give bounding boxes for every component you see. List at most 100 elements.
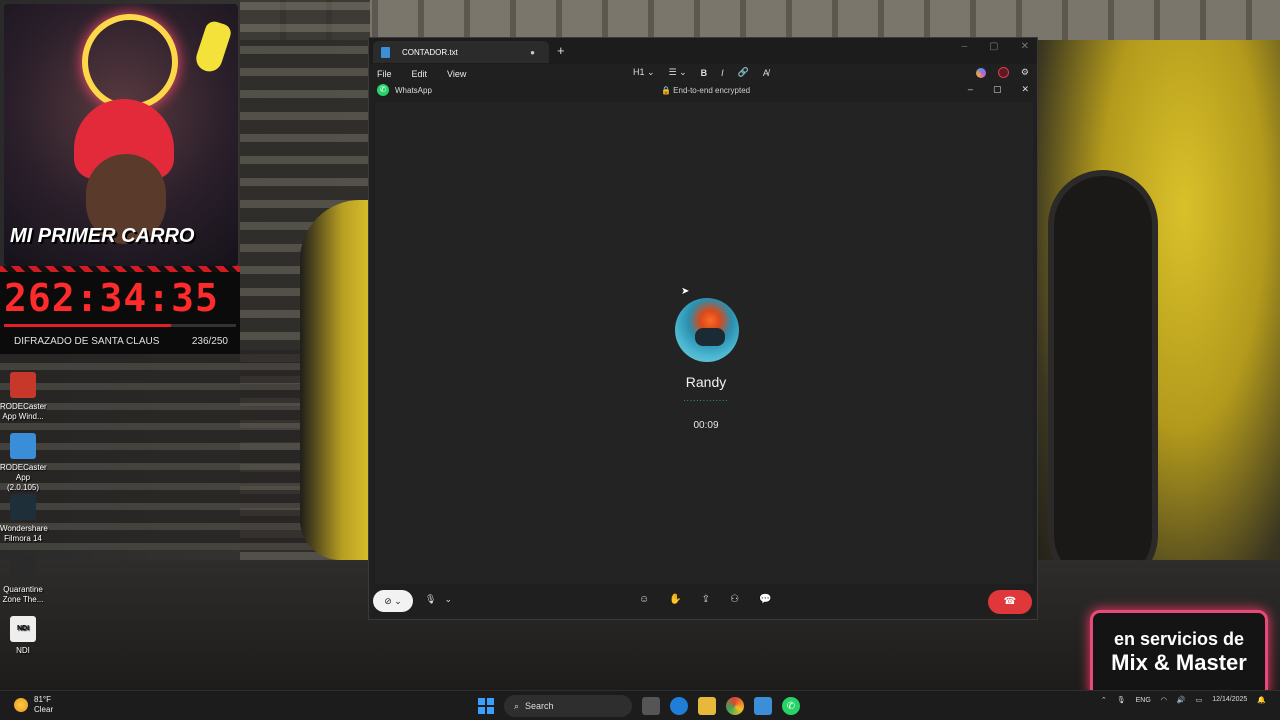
whatsapp-icon: ✆ [377,84,389,96]
wifi-icon[interactable]: ◠ [1161,696,1167,704]
menu-view[interactable]: View [447,69,466,79]
desktop-icon-label: RODECaster App (2.0.105) [0,463,47,492]
connection-status-dots: .............. [683,394,729,403]
clear-formatting-icon[interactable]: A̸ [763,68,769,78]
account-icon[interactable] [997,67,1009,78]
promo-line-2: Mix & Master [1111,650,1247,675]
bold-button[interactable]: B [701,68,708,78]
mic-toggle: 🎙 ⌄ [425,594,452,605]
share-screen-icon[interactable]: ⇪ [702,594,710,605]
notepad-menubar: File Edit View H1 ⌄ ☰ ⌄ B I 🔗 A̸ ⚙ [369,64,1037,84]
taskbar-search[interactable]: ⌕ Search [504,695,632,717]
camera-off-toggle[interactable]: ⊘ ⌄ [373,590,413,612]
mic-chevron-down-icon[interactable]: ⌄ [444,594,452,605]
call-controls: ⊘ ⌄ 🎙 ⌄ ☺ ✋ ⇪ ⚇ 💬 ☎ [373,584,1035,616]
battery-icon[interactable]: ▭ [1196,696,1203,704]
notepad-taskbar-icon[interactable] [754,697,772,715]
whatsapp-window-controls: – ▢ ✕ [968,84,1029,95]
weather-icon [14,698,28,712]
menu-file[interactable]: File [377,69,392,79]
neon-sign [82,14,178,110]
taskbar-clock[interactable]: 12/14/2025 [1212,695,1247,705]
promo-overlay: en servicios de Mix & Master [1090,610,1268,700]
notification-bell-icon[interactable]: 🔔 [1257,696,1266,704]
add-participant-icon[interactable]: ⚇ [730,594,739,605]
hazard-stripe [0,266,240,272]
file-explorer-icon[interactable] [698,697,716,715]
taskbar: 81°F Clear ⌕ Search ✆ ⌃ 🎙 ENG ◠ 🔊 ▭ 12/1… [0,690,1280,720]
heading-dropdown[interactable]: H1 ⌄ [633,67,655,78]
weather-widget[interactable]: 81°F Clear [14,695,53,715]
mouse-cursor-icon: ➤ [681,286,690,297]
goal-label: DIFRAZADO DE SANTA CLAUS [14,336,160,347]
wa-close-button[interactable]: ✕ [1021,84,1029,95]
search-icon: ⌕ [514,700,520,711]
desktop-icon-filmora[interactable]: Wondershare Filmora 14 [0,494,48,544]
minimize-button[interactable]: – [962,41,968,52]
close-button[interactable]: ✕ [1021,41,1029,52]
rodecaster-app-icon [10,433,36,459]
caller-avatar[interactable] [675,298,739,362]
taskbar-date: 12/14/2025 [1212,696,1248,703]
maximize-button[interactable]: ▢ [989,41,998,52]
wa-minimize-button[interactable]: – [968,84,973,95]
banana-neon [192,19,234,75]
promo-line-1: en servicios de [1113,629,1245,649]
tab-contador[interactable]: CONTADOR.txt ● [373,41,549,63]
weather-condition: Clear [34,705,54,714]
weather-temperature: 81°F [34,695,51,704]
list-dropdown[interactable]: ☰ ⌄ [669,67,687,78]
italic-button[interactable]: I [721,68,724,78]
start-button[interactable] [478,698,494,714]
notepad-right-tools: ⚙ [975,67,1029,78]
chrome-icon[interactable] [726,697,744,715]
chat-icon[interactable]: 💬 [759,594,771,605]
volume-icon[interactable]: 🔊 [1177,696,1186,704]
unsaved-dot-icon[interactable]: ● [530,48,535,57]
task-view-icon[interactable] [642,697,660,715]
wa-maximize-button[interactable]: ▢ [993,84,1002,95]
raise-hand-icon[interactable]: ✋ [669,594,681,605]
emoji-reaction-icon[interactable]: ☺ [639,594,649,605]
desktop-icon-rodecaster-app[interactable]: RODECaster App (2.0.105) [0,433,47,493]
tray-chevron-up-icon[interactable]: ⌃ [1101,696,1107,704]
copilot-icon[interactable] [975,67,986,78]
background-car-left [300,200,370,560]
edge-icon[interactable] [670,697,688,715]
link-icon[interactable]: 🔗 [738,67,749,78]
quarantine-zone-icon [10,555,36,581]
desktop-icon-label: RODECaster App Wind... [0,402,47,421]
goal-progress-fill [4,324,172,327]
mic-icon[interactable]: 🎙 [425,594,436,605]
language-indicator[interactable]: ENG [1136,697,1151,704]
goal-progress-bar [4,324,236,327]
taskbar-apps: ⌕ Search ✆ [478,695,800,717]
mic-tray-icon[interactable]: 🎙 [1117,696,1126,704]
notepad-window: CONTADOR.txt ● + – ▢ ✕ File Edit View H1… [368,37,1038,620]
desktop-icon-ndi[interactable]: NDI NDI [0,616,46,656]
call-action-buttons: ☺ ✋ ⇪ ⚇ 💬 [639,594,771,605]
notepad-window-controls: – ▢ ✕ [962,41,1029,52]
desktop-icon-label: Wondershare Filmora 14 [0,524,48,543]
timer-value: 262:34:35 [4,276,219,320]
whatsapp-taskbar-icon[interactable]: ✆ [782,697,800,715]
end-call-button[interactable]: ☎ [988,590,1032,614]
desktop-icon-label: NDI [16,646,30,655]
goal-count: 236/250 [191,336,228,347]
whatsapp-titlebar: ✆ WhatsApp 🔒 End-to-end encrypted – ▢ ✕ [373,82,1035,100]
encryption-label: 🔒 End-to-end encrypted [661,86,751,95]
menu-edit[interactable]: Edit [412,69,428,79]
filmora-icon [10,494,36,520]
desktop-icon-rodecaster-windows[interactable]: RODECaster App Wind... [0,372,47,422]
call-duration: 00:09 [693,420,719,431]
car-wheel [1048,170,1158,590]
desktop-icon-quarantine-zone[interactable]: Quarantine Zone The... [0,555,46,605]
ndi-icon: NDI [10,616,36,642]
caller-name: Randy [685,374,727,390]
settings-gear-icon[interactable]: ⚙ [1021,67,1029,78]
call-stage: ➤ Randy .............. 00:09 [375,102,1033,584]
new-tab-button[interactable]: + [557,43,565,58]
whatsapp-title: WhatsApp [395,86,432,95]
notepad-titlebar: CONTADOR.txt ● + – ▢ ✕ [369,38,1037,64]
whatsapp-call-window: ✆ WhatsApp 🔒 End-to-end encrypted – ▢ ✕ … [373,82,1035,617]
